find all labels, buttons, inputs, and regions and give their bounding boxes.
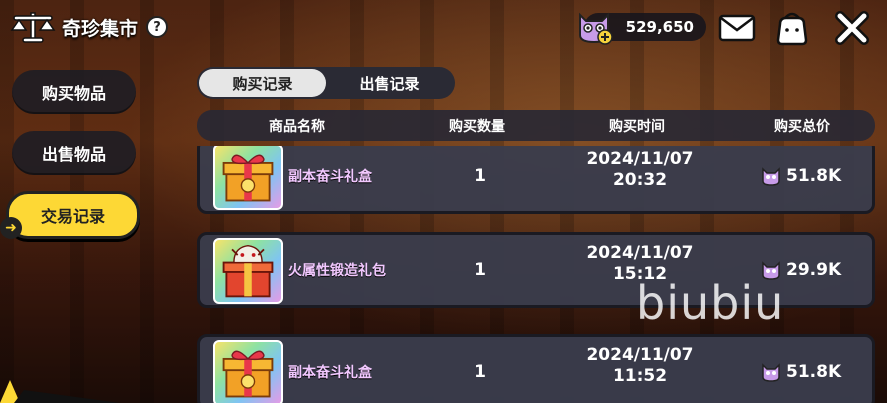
table-row[interactable]: 副本奋斗礼盒 1 2024/11/07 11:52 51.8K: [197, 334, 875, 403]
close-icon[interactable]: [832, 10, 872, 46]
nav-trade-records-label: 交易记录: [40, 207, 105, 226]
owl-coin-add-icon[interactable]: [574, 9, 614, 45]
page-title: 奇珍集市: [62, 17, 139, 40]
purchase-time: 2024/11/07 15:12: [570, 243, 710, 285]
tab-purchase-records[interactable]: 购买记录: [199, 69, 326, 97]
table-header: 商品名称 购买数量 购买时间 购买总价: [197, 110, 875, 141]
record-tabs: 购买记录 出售记录: [197, 67, 455, 99]
column-header-price: 购买总价: [774, 118, 830, 135]
owl-coin-icon: [762, 167, 780, 186]
tab-sale-records[interactable]: 出售记录: [326, 69, 453, 97]
purchase-time: 2024/11/07 20:32: [570, 149, 710, 191]
purchase-time: 2024/11/07 11:52: [570, 345, 710, 387]
gift-box-icon: [213, 340, 283, 403]
record-list[interactable]: 副本奋斗礼盒 1 2024/11/07 20:32 51.8K 火属性锻造礼包 …: [197, 146, 875, 403]
dragon-gift-icon: [213, 238, 283, 304]
total-price: 51.8K: [760, 337, 870, 403]
column-header-qty: 购买数量: [449, 118, 505, 135]
item-quantity: 1: [474, 362, 486, 382]
item-name: 副本奋斗礼盒: [288, 365, 372, 381]
arrow-right-icon: ➜: [0, 217, 22, 239]
nav-sell-items-label: 出售物品: [41, 145, 106, 164]
purchase-clock-text: 15:12: [612, 264, 668, 284]
scale-icon: [10, 12, 56, 43]
help-icon[interactable]: ?: [146, 16, 169, 38]
item-name: 火属性锻造礼包: [288, 263, 386, 279]
column-header-name: 商品名称: [269, 118, 325, 135]
gift-box-icon: [213, 146, 283, 210]
currency-amount: 529,650: [625, 18, 694, 36]
mail-icon[interactable]: [717, 12, 757, 44]
nav-buy-items-label: 购买物品: [41, 84, 106, 103]
nav-sell-items[interactable]: 出售物品: [12, 131, 136, 175]
total-price: 51.8K: [760, 146, 870, 211]
owl-coin-icon: [762, 363, 780, 382]
price-value: 29.9K: [786, 260, 842, 280]
purchase-clock-text: 11:52: [612, 366, 668, 386]
corner-decoration: [0, 380, 120, 403]
price-value: 51.8K: [786, 362, 842, 382]
item-quantity: 1: [474, 166, 486, 186]
owl-coin-icon: [762, 261, 780, 280]
price-value: 51.8K: [786, 166, 842, 186]
purchase-date-text: 2024/11/07: [586, 345, 694, 365]
item-quantity: 1: [474, 260, 486, 280]
total-price: 29.9K: [760, 235, 870, 305]
table-row[interactable]: 副本奋斗礼盒 1 2024/11/07 20:32 51.8K: [197, 146, 875, 214]
nav-buy-items[interactable]: 购买物品: [12, 70, 136, 114]
purchase-date-text: 2024/11/07: [586, 243, 694, 263]
purchase-date-text: 2024/11/07: [586, 149, 694, 169]
title-group: 奇珍集市 ?: [10, 10, 169, 44]
table-row[interactable]: 火属性锻造礼包 1 2024/11/07 15:12 29.9K: [197, 232, 875, 308]
nav-trade-records[interactable]: 交易记录: [6, 191, 140, 239]
column-header-time: 购买时间: [609, 118, 665, 135]
top-bar: 奇珍集市 ? 529,650: [0, 0, 887, 55]
item-name: 副本奋斗礼盒: [288, 169, 372, 185]
purchase-clock-text: 20:32: [612, 170, 668, 190]
bag-icon[interactable]: [772, 8, 812, 48]
